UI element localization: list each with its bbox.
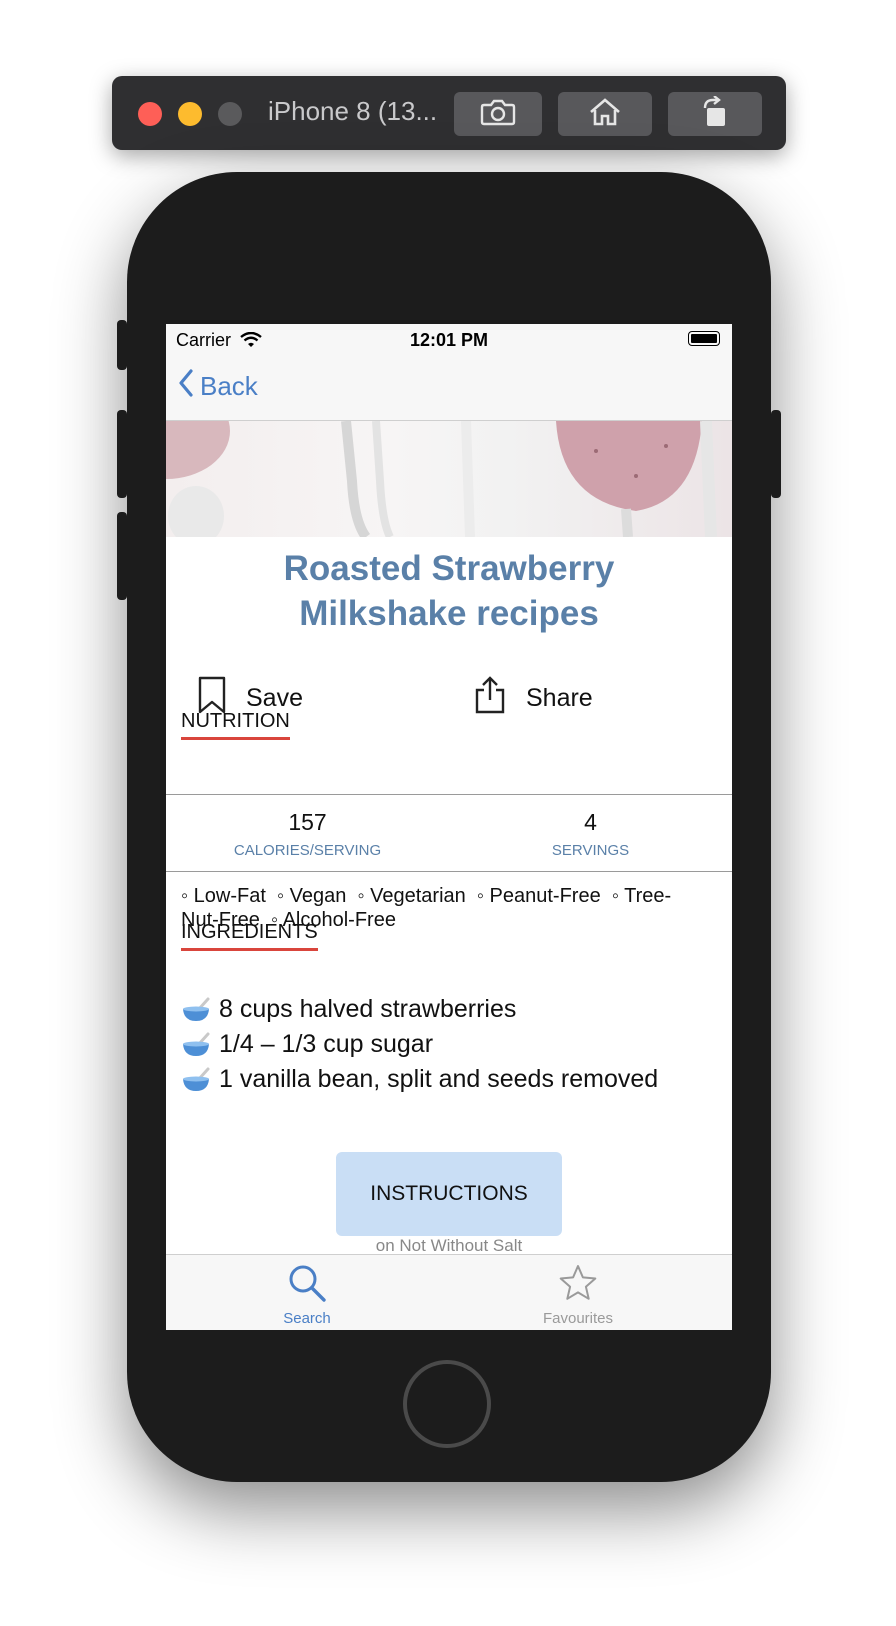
servings-value: 4 <box>584 809 597 835</box>
ingredient-text: 1/4 – 1/3 cup sugar <box>219 1030 434 1058</box>
home-icon <box>588 97 622 132</box>
instructions-button[interactable]: INSTRUCTIONS <box>336 1152 562 1236</box>
ingredient-text: 8 cups halved strawberries <box>219 995 517 1023</box>
servings-label: SERVINGS <box>551 842 630 859</box>
servings-stat: 4 SERVINGS <box>449 809 732 859</box>
nutrition-heading: NUTRITION <box>181 710 290 740</box>
recipe-title-line-2: Milkshake recipes <box>299 594 599 633</box>
share-button[interactable]: Share <box>474 676 593 721</box>
close-window-button[interactable] <box>138 102 162 126</box>
calories-stat: 157 CALORIES/SERVING <box>166 809 449 859</box>
volume-up-button <box>117 410 127 498</box>
ingredients-heading: INGREDIENTS <box>181 921 318 951</box>
health-labels-line-1: ◦ Low-Fat ◦ Vegan ◦ Vegetarian ◦ Peanut-… <box>181 885 672 907</box>
rotate-button[interactable] <box>668 92 762 136</box>
bowl-icon <box>181 997 211 1023</box>
back-button[interactable]: Back <box>178 368 258 405</box>
share-label: Share <box>526 684 593 712</box>
calories-label: CALORIES/SERVING <box>233 842 382 859</box>
chevron-left-icon <box>178 368 194 405</box>
tab-bar: Search Favourites <box>166 1254 732 1330</box>
back-label: Back <box>200 371 258 401</box>
tab-search[interactable]: Search <box>247 1263 367 1327</box>
power-button <box>771 410 781 498</box>
ingredients-list: 8 cups halved strawberries 1/4 – 1/3 cup… <box>181 992 726 1097</box>
mute-switch <box>117 320 127 370</box>
tab-search-label: Search <box>283 1310 331 1327</box>
simulator-device-title: iPhone 8 (13... <box>268 96 438 126</box>
battery-icon <box>688 331 720 346</box>
app-screen: Carrier 12:01 PM Back Roasted Strawberry… <box>166 324 732 1330</box>
status-bar: Carrier 12:01 PM <box>166 324 732 356</box>
tab-favourites[interactable]: Favourites <box>518 1263 638 1327</box>
instructions-label: INSTRUCTIONS <box>370 1182 528 1205</box>
share-icon <box>474 676 506 721</box>
recipe-title: Roasted Strawberry Milkshake recipes <box>166 546 732 636</box>
ingredient-text: 1 vanilla bean, split and seeds removed <box>219 1065 659 1093</box>
home-button[interactable] <box>558 92 652 136</box>
ingredient-item: 8 cups halved strawberries <box>181 992 726 1027</box>
minimize-window-button[interactable] <box>178 102 202 126</box>
navigation-bar: Carrier 12:01 PM Back <box>166 324 732 421</box>
tab-favourites-label: Favourites <box>542 1310 614 1327</box>
bowl-icon <box>181 1032 211 1058</box>
status-time: 12:01 PM <box>409 330 489 350</box>
ingredient-item: 1 vanilla bean, split and seeds removed <box>181 1062 726 1097</box>
zoom-window-button[interactable] <box>218 102 242 126</box>
device-home-button[interactable] <box>403 1360 491 1448</box>
recipe-title-line-1: Roasted Strawberry <box>283 549 615 588</box>
nutrition-stats: 157 CALORIES/SERVING 4 SERVINGS <box>166 794 732 872</box>
instructions-source: on Not Without Salt <box>375 1236 523 1255</box>
recipe-hero-image <box>166 421 732 537</box>
screenshot-button[interactable] <box>454 92 542 136</box>
camera-icon <box>480 98 516 131</box>
search-icon <box>287 1265 327 1307</box>
ingredient-item: 1/4 – 1/3 cup sugar <box>181 1027 726 1062</box>
rotate-icon <box>699 94 731 133</box>
save-label: Save <box>246 684 303 712</box>
simulator-toolbar: iPhone 8 (13... <box>112 76 786 150</box>
star-icon <box>558 1265 598 1307</box>
volume-down-button <box>117 512 127 600</box>
bowl-icon <box>181 1067 211 1093</box>
calories-value: 157 <box>288 809 327 835</box>
